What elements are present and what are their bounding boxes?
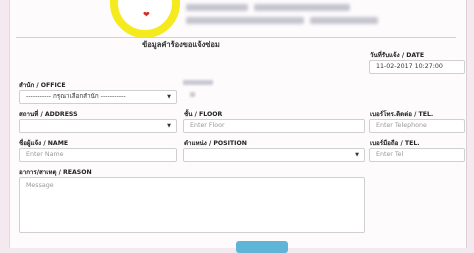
mobile-label: เบอร์มือถือ / TEL.	[370, 140, 420, 147]
submit-button[interactable]	[236, 241, 288, 253]
mobile-input[interactable]: Enter Tel	[369, 148, 465, 162]
telephone-input[interactable]: Enter Telephone	[369, 119, 465, 133]
caret-down-icon: ▼	[167, 123, 171, 129]
address-label: สถานที่ / ADDRESS	[19, 111, 78, 118]
position-select[interactable]: ▼	[183, 148, 365, 162]
name-label: ชื่อผู้แจ้ง / NAME	[19, 140, 69, 147]
telephone-label: เบอร์โทร.ติดต่อ / TEL.	[370, 111, 434, 118]
office-label: สำนัก / OFFICE	[19, 82, 66, 89]
form-title: ข้อมูลคำร้องขอแจ้งซ่อม	[142, 40, 220, 49]
reason-textarea[interactable]: Message	[19, 177, 365, 233]
date-field[interactable]: 11-02-2017 10:27:00	[369, 60, 465, 74]
caret-down-icon: ▼	[167, 94, 171, 100]
reason-label: อาการ/สาเหตุ / REASON	[19, 169, 92, 176]
date-label: วันที่รับแจ้ง / DATE	[370, 52, 425, 59]
office-select[interactable]: ----------- กรุณาเลือกสำนัก ----------- …	[19, 90, 177, 104]
caret-down-icon: ▼	[355, 152, 359, 158]
floor-input[interactable]: Enter Floor	[183, 119, 365, 133]
floor-label: ชั้น / FLOOR	[184, 111, 223, 118]
office-selected-value: ----------- กรุณาเลือกสำนัก -----------	[26, 93, 126, 100]
title-divider	[16, 37, 456, 38]
name-input[interactable]: Enter Name	[19, 148, 177, 162]
scrollbar[interactable]	[466, 0, 467, 248]
position-label: ตำแหน่ง / POSITION	[184, 140, 247, 147]
address-select[interactable]: ▼	[19, 119, 177, 133]
heart-logo-icon: ❤	[143, 10, 150, 19]
page: ❤ ข้อมูลคำร้องขอแจ้งซ่อม วันที่รับแจ้ง /…	[0, 0, 474, 253]
